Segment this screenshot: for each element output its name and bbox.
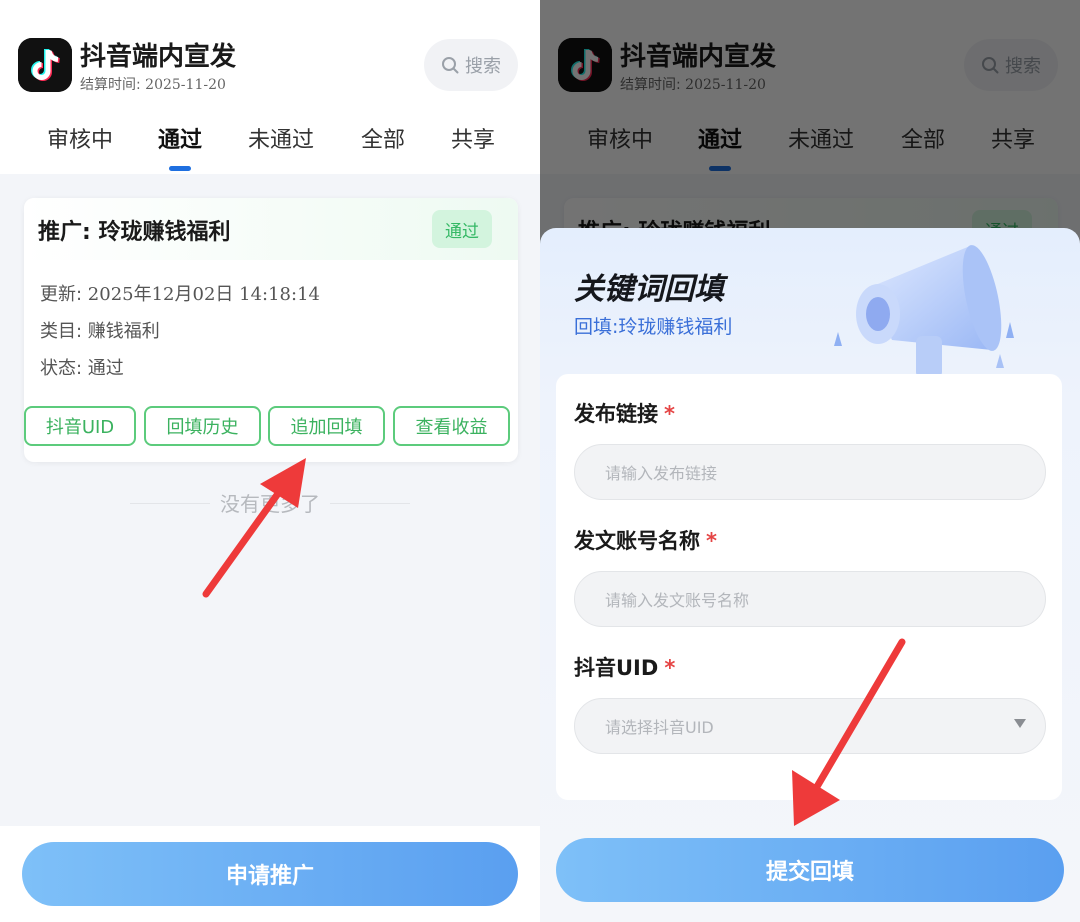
- bottom-bar: 申请推广: [0, 826, 540, 922]
- app-title: 抖音端内宣发: [80, 42, 237, 72]
- account-name-input[interactable]: 请输入发文账号名称: [574, 571, 1046, 627]
- account-name-label: 发文账号名称 *: [574, 525, 717, 555]
- apply-promotion-button[interactable]: 申请推广: [22, 842, 518, 906]
- card-update-time: 更新: 2025年12月02日 14:18:14: [40, 280, 320, 306]
- search-label: 搜索: [465, 56, 501, 77]
- sheet-subtitle: 回填:玲珑赚钱福利: [574, 316, 733, 338]
- tab-rejected[interactable]: 未通过: [248, 122, 314, 154]
- douyin-uid-label: 抖音UID *: [574, 652, 675, 682]
- tab-shared[interactable]: 共享: [451, 122, 495, 154]
- screen-list: 抖音端内宣发 结算时间: 2025-11-20 搜索 审核中 通过 未通过 全部…: [0, 0, 540, 922]
- add-backfill-button[interactable]: 追加回填: [268, 406, 385, 446]
- card-title: 推广: 玲珑赚钱福利: [38, 220, 231, 245]
- douyin-uid-button[interactable]: 抖音UID: [24, 406, 136, 446]
- sheet-title: 关键词回填: [574, 272, 724, 307]
- card-header: 推广: 玲珑赚钱福利 通过: [24, 198, 518, 260]
- promotion-card: 推广: 玲珑赚钱福利 通过 更新: 2025年12月02日 14:18:14 类…: [24, 198, 518, 462]
- backfill-sheet: 关键词回填 回填:玲珑赚钱福利 发布链接 * 请输入发布链接 发文账号名称 * 请输…: [540, 228, 1080, 922]
- submit-backfill-button[interactable]: 提交回填: [556, 838, 1064, 902]
- header: 抖音端内宣发 结算时间: 2025-11-20 搜索 审核中 通过 未通过 全部…: [0, 0, 540, 174]
- view-earnings-button[interactable]: 查看收益: [393, 406, 510, 446]
- list-end-text: 没有更多了: [220, 492, 320, 516]
- backfill-form: 发布链接 * 请输入发布链接 发文账号名称 * 请输入发文账号名称 抖音UID * 请…: [556, 374, 1062, 800]
- tab-bar: 审核中 通过 未通过 全部 共享: [0, 122, 540, 174]
- status-badge: 通过: [432, 210, 492, 248]
- publish-link-input[interactable]: 请输入发布链接: [574, 444, 1046, 500]
- account-name-label-text: 发文账号名称: [574, 529, 700, 553]
- tab-reviewing[interactable]: 审核中: [47, 122, 113, 154]
- search-icon: [442, 57, 459, 74]
- douyin-uid-select[interactable]: 请选择抖音UID: [574, 698, 1046, 754]
- search-button[interactable]: 搜索: [424, 39, 518, 91]
- settle-date: 2025-11-20: [145, 77, 226, 93]
- douyin-uid-placeholder: 请选择抖音UID: [605, 718, 714, 737]
- update-value: 2025年12月02日 14:18:14: [87, 284, 320, 305]
- backfill-history-button[interactable]: 回填历史: [144, 406, 261, 446]
- publish-link-label: 发布链接 *: [574, 398, 675, 428]
- publish-link-label-text: 发布链接: [574, 402, 658, 426]
- settle-label: 结算时间:: [80, 77, 146, 93]
- tab-approved[interactable]: 通过: [158, 122, 202, 154]
- tab-active-indicator: [169, 166, 191, 171]
- required-mark: *: [664, 656, 676, 680]
- screen-backfill: 抖音端内宣发 结算时间: 2025-11-20 搜索 审核中 通过 未通过 全部…: [540, 0, 1080, 922]
- settle-time: 结算时间: 2025-11-20: [80, 74, 226, 94]
- douyin-uid-label-text: 抖音UID: [574, 656, 659, 680]
- tab-all[interactable]: 全部: [361, 122, 405, 154]
- chevron-down-icon: [1014, 719, 1026, 728]
- tiktok-logo-icon: [18, 38, 72, 92]
- card-state: 状态: 通过: [40, 358, 124, 379]
- required-mark: *: [664, 402, 675, 426]
- card-category: 类目: 赚钱福利: [40, 321, 160, 342]
- megaphone-icon: [834, 245, 1014, 378]
- update-label: 更新:: [40, 284, 88, 305]
- required-mark: *: [706, 529, 717, 553]
